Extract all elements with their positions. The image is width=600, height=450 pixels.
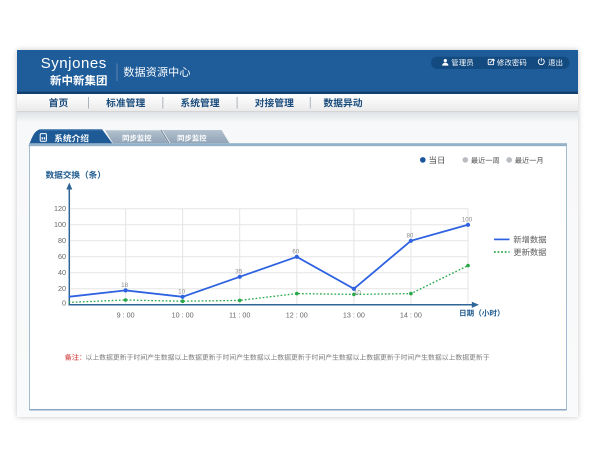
svg-text:9 : 00: 9 : 00 (117, 311, 135, 320)
svg-text:60: 60 (292, 248, 299, 255)
svg-text:11 : 00: 11 : 00 (229, 311, 250, 320)
svg-text:10 : 00: 10 : 00 (172, 311, 194, 320)
svg-text:0: 0 (62, 299, 66, 308)
svg-text:80: 80 (406, 232, 413, 239)
svg-text:35: 35 (235, 268, 242, 275)
svg-text:10: 10 (178, 288, 185, 295)
svg-text:10: 10 (354, 289, 361, 296)
svg-text:120: 120 (54, 204, 66, 213)
svg-text:20: 20 (58, 284, 66, 293)
svg-text:12 : 00: 12 : 00 (286, 311, 308, 320)
svg-text:18: 18 (121, 282, 128, 289)
svg-text:14 : 00: 14 : 00 (400, 311, 422, 320)
svg-text:100: 100 (54, 220, 66, 229)
svg-text:40: 40 (58, 268, 66, 277)
svg-text:60: 60 (58, 252, 66, 261)
svg-text:80: 80 (58, 236, 66, 245)
svg-text:13 : 00: 13 : 00 (343, 311, 365, 320)
svg-text:Synjones: Synjones (41, 55, 107, 72)
svg-text:100: 100 (462, 216, 473, 223)
